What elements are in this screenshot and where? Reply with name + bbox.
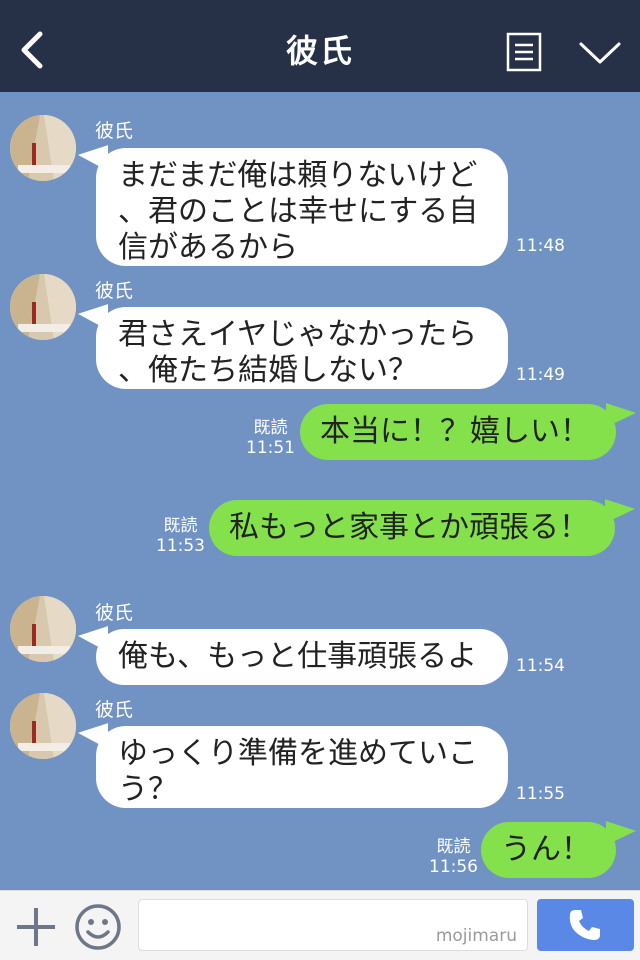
chevron-down-icon[interactable] — [578, 40, 622, 66]
avatar[interactable] — [10, 115, 76, 181]
message-bubble-received[interactable]: まだまだ俺は頼りないけど 、君のことは幸せにする自 信があるから — [96, 148, 508, 266]
message-status: 既読 11:53 — [156, 516, 205, 556]
message-status: 既読 11:56 — [429, 837, 478, 877]
message-text: うん！ — [501, 832, 591, 867]
chat-header: 彼氏 — [0, 0, 640, 92]
read-receipt: 既読 — [253, 418, 288, 438]
message-time: 11:54 — [516, 656, 565, 676]
message-line: 、君のことは幸せにする自 — [118, 194, 479, 229]
message-time: 11:49 — [516, 365, 565, 385]
message-line: 君さえイヤじゃなかったら — [118, 317, 478, 352]
sender-name: 彼氏 — [95, 699, 134, 721]
message-time: 11:55 — [516, 784, 565, 804]
phone-icon — [567, 907, 603, 947]
message-bubble-received[interactable]: 君さえイヤじゃなかったら 、俺たち結婚しない？ — [96, 307, 508, 389]
message-text: 本当に！？嬉しい！ — [320, 414, 590, 449]
input-bar: mojimaru — [0, 890, 640, 960]
message-bubble-sent[interactable]: うん！ — [481, 822, 616, 878]
message-bubble-sent[interactable]: 私もっと家事とか頑張る！ — [209, 500, 615, 556]
message-bubble-received[interactable]: ゆっくり準備を進めていこ う？ — [96, 726, 508, 808]
call-button[interactable] — [537, 899, 634, 951]
watermark-text: mojimaru — [435, 926, 517, 946]
sender-name: 彼氏 — [95, 120, 134, 142]
message-time: 11:48 — [516, 236, 565, 256]
message-input[interactable]: mojimaru — [138, 899, 528, 951]
message-line: う？ — [118, 772, 178, 807]
message-time: 11:51 — [246, 438, 295, 458]
message-status: 既読 11:51 — [246, 418, 295, 458]
avatar[interactable] — [10, 693, 76, 759]
message-time: 11:53 — [156, 536, 205, 556]
read-receipt: 既読 — [163, 516, 198, 536]
smiley-icon[interactable] — [73, 902, 123, 952]
menu-list-icon[interactable] — [506, 32, 542, 72]
message-line: 俺も、もっと仕事頑張るよ — [118, 639, 478, 674]
avatar[interactable] — [10, 596, 76, 662]
sender-name: 彼氏 — [95, 280, 134, 302]
message-line: 、俺たち結婚しない？ — [118, 353, 418, 388]
message-list[interactable]: 彼氏 まだまだ俺は頼りないけど 、君のことは幸せにする自 信があるから 11:4… — [0, 92, 640, 890]
chat-title: 彼氏 — [285, 32, 354, 70]
message-line: まだまだ俺は頼りないけど — [118, 158, 478, 193]
message-bubble-received[interactable]: 俺も、もっと仕事頑張るよ — [96, 629, 508, 685]
message-time: 11:56 — [429, 857, 478, 877]
message-line: ゆっくり準備を進めていこ — [118, 736, 478, 771]
message-text: 私もっと家事とか頑張る！ — [229, 510, 589, 545]
avatar[interactable] — [10, 274, 76, 340]
sender-name: 彼氏 — [95, 602, 134, 624]
message-line: 信があるから — [118, 230, 298, 265]
plus-icon[interactable] — [14, 905, 58, 949]
message-bubble-sent[interactable]: 本当に！？嬉しい！ — [300, 404, 616, 460]
read-receipt: 既読 — [436, 837, 471, 857]
